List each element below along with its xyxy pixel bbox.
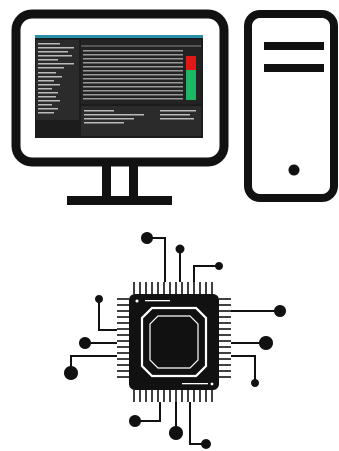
desktop-monitor-icon [11, 9, 229, 205]
computer-tower-icon [244, 10, 338, 202]
screen-content [35, 35, 203, 138]
cpu-chip-icon [64, 232, 286, 449]
computer-hardware-illustration [0, 0, 339, 451]
